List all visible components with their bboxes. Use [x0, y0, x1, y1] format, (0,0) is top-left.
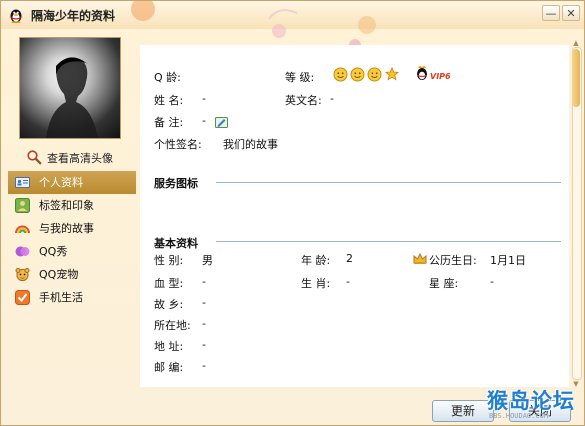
- phone-check-icon: [15, 290, 30, 305]
- remark-label: 备 注:: [154, 116, 184, 129]
- tag-user-icon: [15, 198, 30, 213]
- edit-remark-icon[interactable]: [215, 116, 228, 129]
- watermark-title: 猴岛论坛: [487, 388, 575, 413]
- title-bar[interactable]: 隔海少年的资料 — ✕: [1, 1, 584, 51]
- sidebar-item-qq-pet[interactable]: QQ宠物: [8, 263, 136, 286]
- vip-badge: VIP6: [430, 72, 451, 81]
- age-label: 年 龄:: [301, 254, 331, 267]
- sidebar-item-label: QQ秀: [39, 245, 68, 258]
- view-hd-avatar-link[interactable]: 查看高清头像: [26, 149, 113, 168]
- crown-icon: [413, 252, 427, 264]
- window-title: 隔海少年的资料: [31, 9, 116, 23]
- constellation-value: -: [490, 275, 494, 288]
- english-name-label: 英文名:: [285, 94, 322, 107]
- refresh-button[interactable]: 更新: [432, 400, 494, 422]
- postcode-value: -: [202, 359, 206, 372]
- age-value: 2: [346, 252, 353, 265]
- sidebar: 查看高清头像 个人资料 标签和印象 与我的故事 QQ秀 QQ宠物 手机生活: [1, 29, 139, 389]
- profile-content: Q 龄: 等 级: VIP6 姓 名: - 英文名: - 备 注: - 个性签名…: [140, 45, 571, 387]
- basic-info-heading: 基本资料: [154, 237, 198, 250]
- rainbow-icon: [15, 225, 30, 234]
- level-star-icon: [385, 67, 399, 81]
- pet-icon: [15, 268, 30, 282]
- basic-info-divider: [216, 241, 561, 242]
- sidebar-item-mobile-life[interactable]: 手机生活: [8, 286, 136, 309]
- vertical-scrollbar[interactable]: ▲ ▼: [569, 39, 583, 389]
- name-label: 姓 名:: [154, 94, 184, 107]
- sidebar-item-label: QQ宠物: [39, 268, 79, 281]
- sidebar-item-qq-show[interactable]: QQ秀: [8, 240, 136, 263]
- sidebar-menu: 个人资料 标签和印象 与我的故事 QQ秀 QQ宠物 手机生活: [8, 171, 136, 309]
- service-icons-divider: [216, 182, 561, 183]
- view-hd-avatar-label: 查看高清头像: [47, 152, 113, 165]
- signature-label: 个性签名:: [154, 138, 202, 151]
- sidebar-item-tags[interactable]: 标签和印象: [8, 194, 136, 217]
- service-icons-heading: 服务图标: [154, 177, 198, 190]
- id-card-icon: [15, 177, 30, 188]
- address-value: -: [202, 338, 206, 351]
- blood-type-label: 血 型:: [154, 277, 184, 290]
- signature-value: 我们的故事: [223, 138, 278, 151]
- qq-age-label: Q 龄:: [154, 71, 181, 84]
- sidebar-item-label: 标签和印象: [39, 199, 94, 212]
- hometown-label: 故 乡:: [154, 298, 184, 311]
- location-label: 所在地:: [154, 319, 191, 332]
- address-label: 地 址:: [154, 340, 184, 353]
- zodiac-value: -: [346, 275, 350, 288]
- birthday-value: 1月1日: [490, 254, 526, 267]
- close-button[interactable]: ✕: [562, 5, 580, 21]
- level-label: 等 级:: [285, 71, 315, 84]
- english-name-value: -: [330, 92, 334, 105]
- magnifier-icon: [27, 150, 42, 165]
- level-sun-icon: [350, 67, 365, 82]
- name-value: -: [202, 92, 206, 105]
- constellation-label: 星 座:: [429, 277, 459, 290]
- gender-value: 男: [202, 254, 213, 267]
- sidebar-item-label: 与我的故事: [39, 222, 94, 235]
- level-sun-icon: [367, 67, 382, 82]
- level-sun-icon: [333, 67, 348, 82]
- qq-penguin-icon: [10, 9, 22, 23]
- avatar-silhouette: [46, 57, 98, 138]
- avatar[interactable]: [19, 37, 121, 139]
- sidebar-item-our-story[interactable]: 与我的故事: [8, 217, 136, 240]
- scrollbar-thumb[interactable]: [572, 49, 580, 107]
- qq-show-icon: [15, 246, 30, 257]
- birthday-label: 公历生日:: [429, 254, 477, 267]
- blood-type-value: -: [202, 275, 206, 288]
- sidebar-item-personal-info[interactable]: 个人资料: [8, 171, 136, 194]
- gender-label: 性 别:: [154, 254, 184, 267]
- minimize-button[interactable]: —: [542, 5, 560, 21]
- scroll-up-icon[interactable]: ▲: [572, 39, 580, 47]
- remark-value: -: [202, 114, 206, 127]
- hometown-value: -: [202, 296, 206, 309]
- profile-window: 隔海少年的资料 — ✕ 查看高清头像 个人资料 标签和印象 与我的故事 QQ秀 …: [0, 0, 585, 426]
- sidebar-item-label: 手机生活: [39, 291, 83, 304]
- forum-watermark: 猴岛论坛 BBS.HOUDAO.COM: [487, 385, 584, 425]
- vip-penguin-icon: [417, 65, 427, 80]
- zodiac-label: 生 肖:: [301, 277, 331, 290]
- location-value: -: [202, 317, 206, 330]
- watermark-url: BBS.HOUDAO.COM: [489, 412, 549, 420]
- postcode-label: 邮 编:: [154, 361, 184, 374]
- sidebar-item-label: 个人资料: [39, 176, 83, 189]
